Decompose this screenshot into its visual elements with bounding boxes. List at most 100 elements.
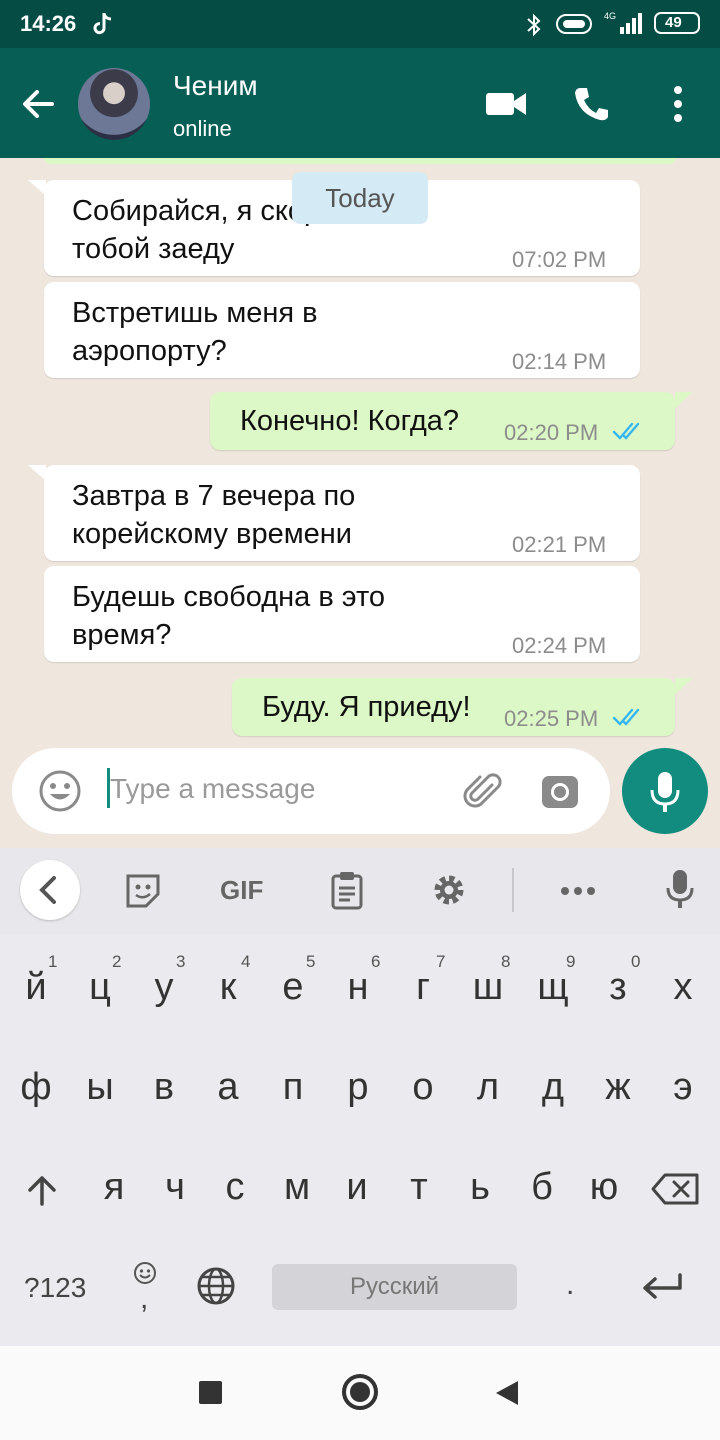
comma-label: , <box>140 1282 149 1315</box>
mic-button[interactable] <box>622 748 708 834</box>
key[interactable]: ь <box>448 1166 512 1209</box>
key[interactable]: а <box>196 1066 260 1109</box>
message-bubble-outgoing[interactable]: Конечно! Когда? 02:20 PM <box>210 392 675 450</box>
key-hint: 6 <box>371 952 381 971</box>
message-text: время? <box>72 619 172 651</box>
emoji-icon[interactable] <box>38 769 82 818</box>
key[interactable]: и <box>325 1166 389 1209</box>
message-list[interactable]: Собирайся, я скоро тобой заеду 07:02 PM … <box>0 158 720 848</box>
status-bar: 14:26 4G 49 <box>0 0 720 48</box>
toolbar-divider <box>512 868 514 912</box>
key[interactable]: ч <box>143 1166 207 1209</box>
bluetooth-icon <box>524 12 544 43</box>
key[interactable]: з <box>586 966 650 1009</box>
key[interactable]: п <box>261 1066 325 1109</box>
bubble-tail <box>675 678 693 694</box>
keyboard-toolbar: GIF <box>0 848 720 934</box>
recents-square-icon[interactable] <box>199 1381 222 1404</box>
key-hint: 7 <box>436 952 446 971</box>
gif-button[interactable]: GIF <box>220 875 263 906</box>
key[interactable]: х <box>651 966 715 1009</box>
key-hint: 1 <box>48 952 58 971</box>
message-text: тобой заеду <box>72 233 235 265</box>
contact-name[interactable]: Ченим <box>173 70 258 102</box>
message-text: Завтра в 7 вечера по <box>72 480 356 512</box>
key[interactable]: м <box>265 1166 329 1209</box>
message-time: 02:20 PM <box>504 420 599 445</box>
message-bubble-incoming[interactable]: Будешь свободна в это время? 02:24 PM <box>44 566 640 662</box>
clipboard-icon[interactable] <box>330 870 364 915</box>
key[interactable]: ц <box>68 966 132 1009</box>
shift-key[interactable] <box>24 1172 60 1213</box>
key[interactable]: г <box>391 966 455 1009</box>
period-key[interactable]: . <box>566 1268 574 1302</box>
home-circle-icon[interactable] <box>342 1374 378 1410</box>
message-time: 02:21 PM <box>512 532 607 557</box>
key[interactable]: у <box>132 966 196 1009</box>
message-bubble-incoming[interactable]: Встретишь меня в аэропорту? 02:14 PM <box>44 282 640 378</box>
backspace-key[interactable] <box>651 1172 701 1211</box>
key[interactable]: ю <box>572 1166 636 1209</box>
message-bubble-outgoing[interactable]: Буду. Я приеду! 02:25 PM <box>232 678 675 736</box>
language-globe-icon[interactable] <box>196 1266 236 1311</box>
more-options-icon[interactable] <box>668 84 688 129</box>
hd-voice-icon <box>556 13 592 40</box>
collapse-toolbar-button[interactable] <box>20 860 80 920</box>
enter-key[interactable] <box>640 1272 684 1307</box>
message-time: 02:24 PM <box>512 633 607 658</box>
message-text: Буду. Я приеду! <box>262 691 471 723</box>
key[interactable]: ш <box>456 966 520 1009</box>
contact-status: online <box>173 116 232 141</box>
space-bar[interactable]: Русский <box>272 1264 517 1310</box>
svg-text:4G: 4G <box>604 11 616 21</box>
tiktok-icon <box>92 11 114 42</box>
arrow-up-icon <box>28 1176 56 1206</box>
bubble-tail <box>675 392 693 408</box>
key[interactable]: в <box>132 1066 196 1109</box>
key[interactable]: щ <box>521 966 585 1009</box>
symbols-key[interactable]: ?123 <box>24 1272 86 1304</box>
attachment-icon[interactable] <box>462 771 504 818</box>
key[interactable]: ж <box>586 1066 650 1109</box>
settings-gear-icon[interactable] <box>430 871 468 914</box>
key[interactable]: б <box>510 1166 574 1209</box>
key[interactable]: я <box>82 1166 146 1209</box>
key-hint: 0 <box>631 952 641 971</box>
key-hint: 8 <box>501 952 511 971</box>
chevron-left-icon <box>39 876 56 904</box>
camera-icon[interactable] <box>540 772 580 815</box>
key[interactable]: ф <box>4 1066 68 1109</box>
key[interactable]: й <box>4 966 68 1009</box>
video-call-icon[interactable] <box>484 84 528 129</box>
back-arrow-icon[interactable] <box>18 84 58 129</box>
key[interactable]: к <box>196 966 260 1009</box>
voice-call-icon[interactable] <box>572 84 610 129</box>
status-time: 14:26 <box>20 11 77 36</box>
sticker-icon[interactable] <box>124 872 162 915</box>
key[interactable]: е <box>261 966 325 1009</box>
key-hint: 2 <box>112 952 122 971</box>
enter-arrow-icon <box>643 1273 682 1299</box>
key[interactable]: д <box>521 1066 585 1109</box>
key[interactable]: о <box>391 1066 455 1109</box>
more-icon[interactable] <box>560 884 596 902</box>
key[interactable]: т <box>387 1166 451 1209</box>
previous-message-edge <box>44 158 676 164</box>
key[interactable]: л <box>456 1066 520 1109</box>
home-dot <box>350 1382 370 1402</box>
key[interactable]: с <box>203 1166 267 1209</box>
message-input[interactable]: Type a message <box>110 773 315 805</box>
message-text: Встретишь меня в <box>72 297 318 329</box>
back-triangle-icon[interactable] <box>494 1379 520 1412</box>
voice-input-icon[interactable] <box>664 868 696 917</box>
message-text: аэропорту? <box>72 335 227 367</box>
message-time: 07:02 PM <box>512 247 607 272</box>
emoji-comma-key[interactable]: , <box>132 1260 160 1315</box>
key[interactable]: р <box>326 1066 390 1109</box>
key[interactable]: э <box>651 1066 715 1109</box>
key[interactable]: н <box>326 966 390 1009</box>
key[interactable]: ы <box>68 1066 132 1109</box>
message-bubble-incoming[interactable]: Завтра в 7 вечера по корейскому времени … <box>44 465 640 561</box>
avatar[interactable] <box>78 68 150 140</box>
system-nav-bar <box>0 1346 720 1440</box>
